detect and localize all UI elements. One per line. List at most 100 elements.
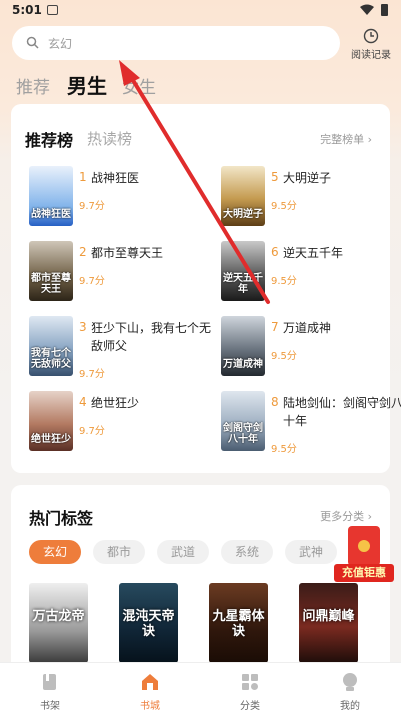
rank-number: 1: [79, 170, 87, 184]
book-score: 9.7分: [79, 197, 105, 212]
book-score: 9.5分: [271, 347, 297, 362]
cover-text: 我有七个无敌师父: [31, 348, 71, 370]
book-title: 绝世狂少: [91, 394, 211, 412]
book-cover[interactable]: 混沌天帝诀: [119, 583, 178, 663]
chevron-right-icon: ›: [368, 133, 372, 146]
nav-bookstore[interactable]: 书城: [100, 663, 200, 713]
sim-icon: [47, 5, 58, 15]
book-score: 9.5分: [271, 197, 297, 212]
full-ranking-link[interactable]: 完整榜单 ›: [320, 131, 372, 147]
book-item[interactable]: 绝世狂少 4 绝世狂少 9.7分: [29, 391, 199, 451]
book-cover: 万道成神: [221, 316, 265, 376]
home-icon: [140, 672, 160, 692]
grid-icon: [240, 672, 260, 692]
rank-number: 2: [79, 245, 87, 259]
full-ranking-label: 完整榜单: [320, 133, 364, 146]
book-title: 都市至尊天王: [91, 244, 211, 262]
status-bar: 5:01: [0, 0, 401, 22]
rank-number: 3: [79, 320, 87, 334]
book-cover: 剑阁守剑八十年: [221, 391, 265, 451]
tab-recommend[interactable]: 推荐: [16, 73, 50, 98]
cover-text: 绝世狂少: [31, 434, 71, 445]
book-title: 万道成神: [283, 319, 401, 337]
tab-hot-list[interactable]: 热读榜: [87, 128, 132, 149]
tag-chip[interactable]: 都市: [93, 540, 145, 564]
book-title: 狂少下山，我有七个无敌师父: [91, 319, 211, 355]
rank-number: 8: [271, 395, 279, 409]
book-title: 陆地剑仙：剑阁守剑八十年: [283, 394, 401, 430]
book-score: 9.7分: [79, 365, 105, 380]
cover-text: 混沌天帝诀: [122, 609, 175, 639]
book-item[interactable]: 万道成神 7 万道成神 9.5分: [221, 316, 381, 376]
cover-text: 九星霸体诀: [212, 609, 265, 639]
book-cover: 都市至尊天王: [29, 241, 73, 301]
profile-icon: [340, 672, 360, 692]
nav-label: 分类: [200, 697, 300, 712]
book-score: 9.7分: [79, 422, 105, 437]
clock-icon: [363, 28, 379, 44]
chevron-right-icon: ›: [368, 510, 372, 523]
nav-label: 书架: [0, 697, 100, 712]
book-score: 9.7分: [79, 272, 105, 287]
rank-number: 7: [271, 320, 279, 334]
cover-text: 万古龙帝: [32, 609, 85, 624]
search-icon: [26, 36, 39, 49]
red-envelope-icon: [348, 526, 380, 566]
rank-number: 5: [271, 170, 279, 184]
battery-icon: [381, 4, 388, 16]
nav-profile[interactable]: 我的: [300, 663, 400, 713]
wifi-icon: [360, 4, 374, 16]
cover-text: 剑阁守剑八十年: [223, 423, 263, 445]
cover-text: 大明逆子: [223, 209, 263, 220]
book-cover: 绝世狂少: [29, 391, 73, 451]
promo-red-envelope[interactable]: 充值钜惠: [334, 526, 394, 584]
tab-male[interactable]: 男生: [67, 70, 107, 99]
reading-history-button[interactable]: 阅读记录: [346, 28, 396, 62]
book-score: 9.5分: [271, 440, 297, 455]
tab-female[interactable]: 女生: [122, 73, 156, 98]
cover-text: 万道成神: [223, 359, 263, 370]
more-categories-link[interactable]: 更多分类 ›: [320, 508, 372, 524]
rank-number: 4: [79, 395, 87, 409]
book-item[interactable]: 剑阁守剑八十年 8 陆地剑仙：剑阁守剑八十年 9.5分: [221, 391, 381, 451]
ranking-card: 推荐榜 热读榜 完整榜单 › 战神狂医 1 战神狂医 9.7分 都市至尊天王 2…: [11, 104, 390, 473]
search-bar[interactable]: 玄幻: [12, 26, 340, 60]
tag-chip[interactable]: 武神: [285, 540, 337, 564]
nav-label: 书城: [100, 697, 200, 712]
book-cover[interactable]: 九星霸体诀: [209, 583, 268, 663]
nav-category[interactable]: 分类: [200, 663, 300, 713]
book-cover: 逆天五千年: [221, 241, 265, 301]
book-cover: 我有七个无敌师父: [29, 316, 73, 376]
book-cover: 战神狂医: [29, 166, 73, 226]
cover-text: 问鼎巅峰: [302, 609, 355, 624]
tab-recommend-list[interactable]: 推荐榜: [25, 127, 73, 151]
tag-chip[interactable]: 系统: [221, 540, 273, 564]
tag-chip[interactable]: 玄幻: [29, 540, 81, 564]
bottom-navigation: 书架 书城 分类 我的: [0, 662, 401, 713]
book-cover[interactable]: 万古龙帝: [29, 583, 88, 663]
book-cover[interactable]: 问鼎巅峰: [299, 583, 358, 663]
more-categories-label: 更多分类: [320, 510, 364, 523]
tag-chip[interactable]: 武道: [157, 540, 209, 564]
book-item[interactable]: 逆天五千年 6 逆天五千年 9.5分: [221, 241, 381, 301]
bookshelf-icon: [40, 672, 60, 692]
cover-text: 战神狂医: [31, 209, 71, 220]
book-title: 逆天五千年: [283, 244, 401, 262]
book-item[interactable]: 都市至尊天王 2 都市至尊天王 9.7分: [29, 241, 199, 301]
book-item[interactable]: 大明逆子 5 大明逆子 9.5分: [221, 166, 381, 226]
book-item[interactable]: 我有七个无敌师父 3 狂少下山，我有七个无敌师父 9.7分: [29, 316, 199, 376]
status-time: 5:01: [12, 3, 42, 17]
cover-text: 都市至尊天王: [31, 273, 71, 295]
nav-bookshelf[interactable]: 书架: [0, 663, 100, 713]
book-item[interactable]: 战神狂医 1 战神狂医 9.7分: [29, 166, 199, 226]
promo-label: 充值钜惠: [334, 564, 394, 582]
rank-number: 6: [271, 245, 279, 259]
hot-tags-title: 热门标签: [29, 505, 93, 529]
book-title: 战神狂医: [91, 169, 211, 187]
reading-history-label: 阅读记录: [346, 46, 396, 61]
book-score: 9.5分: [271, 272, 297, 287]
search-placeholder: 玄幻: [48, 35, 72, 52]
book-title: 大明逆子: [283, 169, 401, 187]
cover-text: 逆天五千年: [223, 273, 263, 295]
nav-label: 我的: [300, 697, 400, 712]
